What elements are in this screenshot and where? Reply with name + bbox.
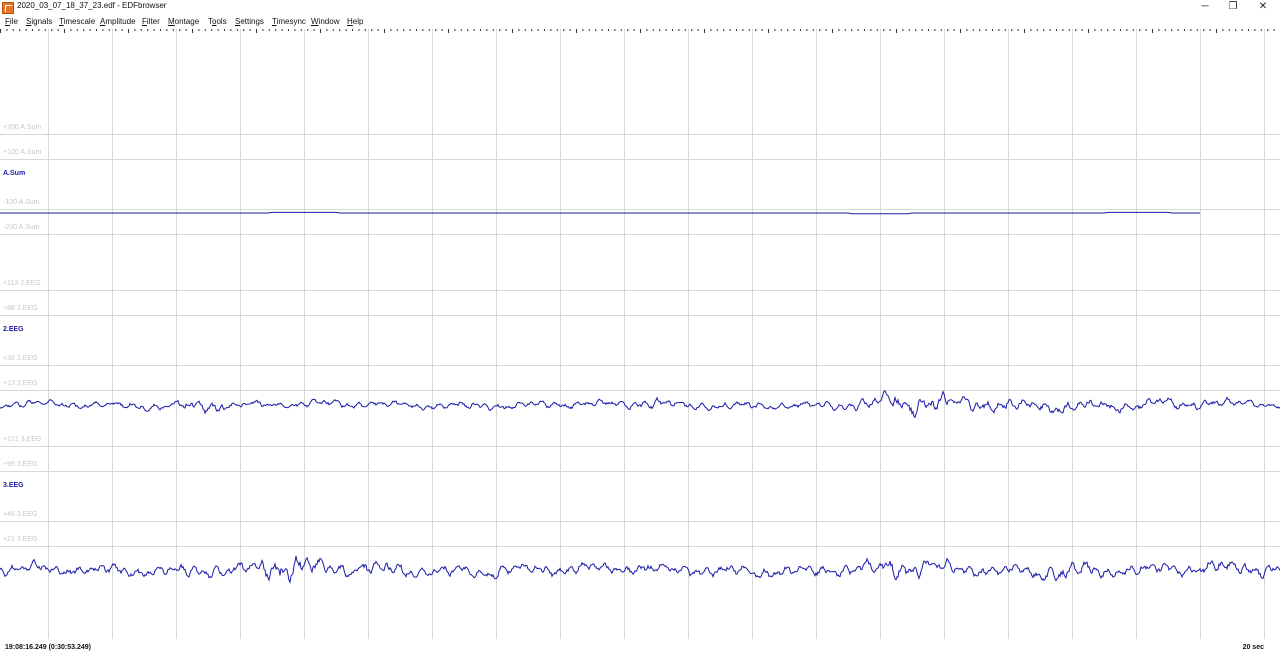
menu-montage[interactable]: Montage <box>168 17 199 26</box>
grid-lines <box>0 29 1280 639</box>
amplitude-label: +200 A.Sum <box>3 124 42 131</box>
menu-window[interactable]: Window <box>311 17 339 26</box>
amplitude-label: +88 2.EEG <box>3 305 38 312</box>
eeg-3-trace <box>0 555 1280 584</box>
menu-signals[interactable]: Signals <box>26 17 52 26</box>
amplitude-label: -200 A.Sum <box>3 224 40 231</box>
eeg-2-trace <box>0 390 1280 419</box>
amplitude-label: +121 3.EEG <box>3 436 42 443</box>
menu-filter[interactable]: Filter <box>142 17 160 26</box>
a-sum-trace <box>0 211 1200 215</box>
edfbrowser-app-icon <box>2 2 14 14</box>
menu-settings[interactable]: Settings <box>235 17 264 26</box>
title-bar: 2020_03_07_18_37_23.edf - EDFbrowser ─ ❐… <box>0 0 1280 15</box>
amplitude-label: +46 3.EEG <box>3 511 38 518</box>
restore-button[interactable]: ❐ <box>1218 0 1248 15</box>
menu-tools[interactable]: Tools <box>208 17 227 26</box>
signal-label-3-eeg[interactable]: 3.EEG <box>3 482 24 489</box>
amplitude-label: +113 2.EEG <box>3 280 41 287</box>
close-button[interactable]: ✕ <box>1248 0 1278 15</box>
time-ruler[interactable] <box>0 29 1275 33</box>
menu-file[interactable]: File <box>5 17 18 26</box>
signal-canvas[interactable]: +200 A.Sum +100 A.Sum A.Sum -100 A.Sum -… <box>0 29 1280 653</box>
menu-timescale[interactable]: Timescale <box>59 17 95 26</box>
amplitude-label: +13 2.EEG <box>3 380 38 387</box>
amplitude-label: +96 3.EEG <box>3 461 38 468</box>
minimize-button[interactable]: ─ <box>1190 0 1220 15</box>
timescale-readout: 20 sec <box>1242 644 1264 651</box>
amplitude-label: +38 2.EEG <box>3 355 38 362</box>
amplitude-label: -100 A.Sum <box>3 199 40 206</box>
signal-label-2-eeg[interactable]: 2.EEG <box>3 326 24 333</box>
amplitude-label: +100 A.Sum <box>3 149 42 156</box>
window-title: 2020_03_07_18_37_23.edf - EDFbrowser <box>17 1 167 10</box>
amplitude-label: +21 3.EEG <box>3 536 38 543</box>
time-position-readout: 19:08:16.249 (0:30:53.249) <box>5 644 92 651</box>
menu-bar: File Signals Timescale Amplitude Filter … <box>0 15 1280 29</box>
signal-label-a-sum[interactable]: A.Sum <box>3 170 25 177</box>
menu-amplitude[interactable]: Amplitude <box>100 17 136 26</box>
menu-timesync[interactable]: Timesync <box>272 17 306 26</box>
signal-traces <box>0 211 1280 584</box>
menu-help[interactable]: Help <box>347 17 363 26</box>
signal-plot-svg[interactable] <box>0 29 1280 653</box>
